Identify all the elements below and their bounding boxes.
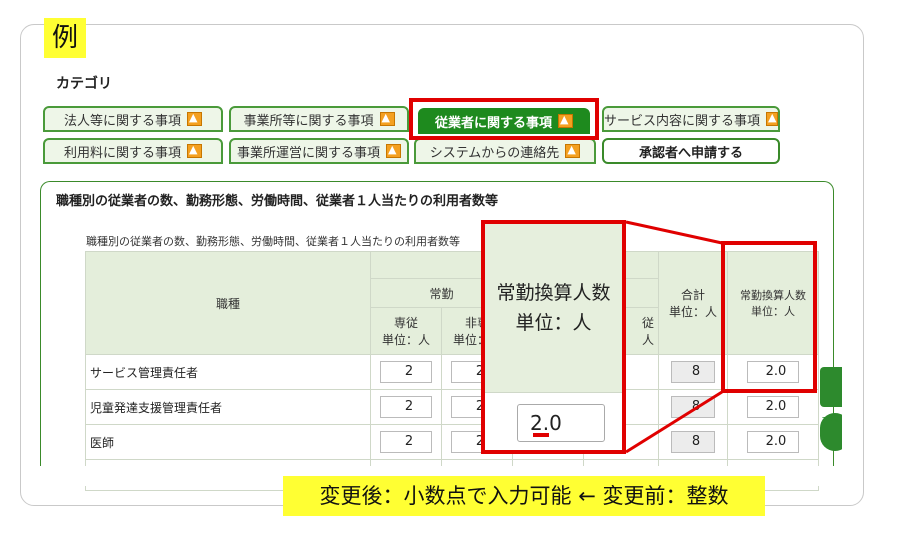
zoom-header-label: 常勤換算人数 (496, 282, 611, 304)
decimal-underline (533, 433, 549, 437)
zoom-header-unit: 単位：人 (515, 312, 592, 334)
callout-line-top (625, 220, 723, 245)
zoom-fte-input[interactable]: 2.0 (517, 404, 605, 442)
side-label: 一時 (822, 414, 841, 424)
change-note: 変更後：小数点で入力可能 ← 変更前：整数 (283, 476, 765, 516)
highlight-fte-column (721, 241, 817, 393)
side-buttons[interactable]: 一時 (820, 367, 842, 451)
side-button-top[interactable] (820, 367, 842, 407)
callout-line-bottom (625, 390, 723, 454)
zoom-header: 常勤換算人数 単位：人 (485, 224, 622, 393)
zoom-callout: 常勤換算人数 単位：人 2.0 (481, 220, 626, 454)
